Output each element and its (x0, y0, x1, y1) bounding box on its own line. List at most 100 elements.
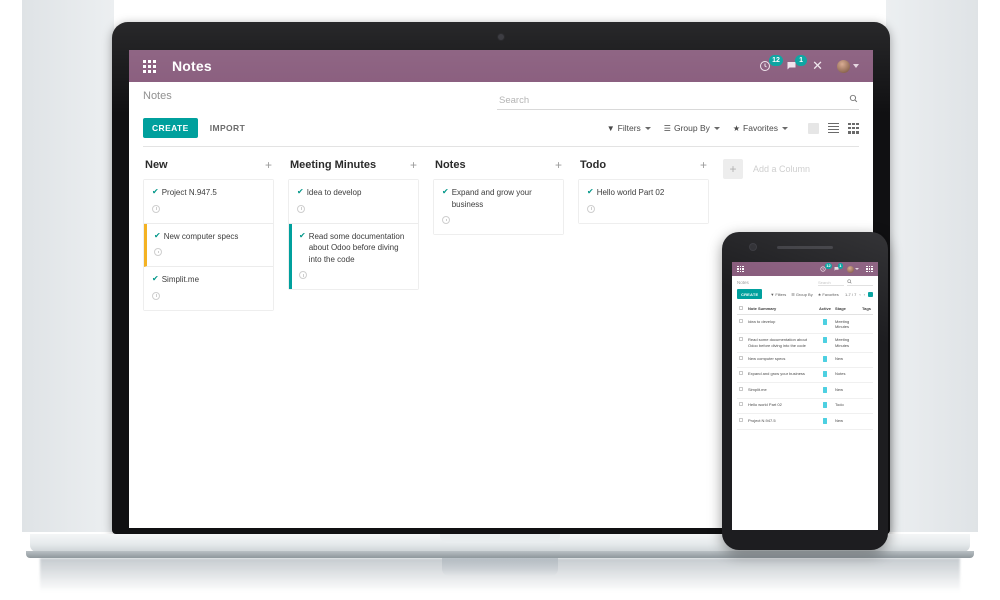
kanban-view-button[interactable] (868, 291, 873, 297)
column-header-note-summary[interactable]: Note Summary (746, 303, 817, 315)
add-card-button[interactable]: + (555, 159, 562, 171)
clock-icon[interactable] (152, 204, 160, 213)
table-row[interactable]: New computer specs New (737, 352, 873, 368)
breadcrumb[interactable]: Notes (737, 280, 749, 285)
check-icon: ✔ (442, 187, 449, 196)
kanban-card[interactable]: ✔ Read some documentation about Odoo befo… (289, 223, 418, 290)
favorites-dropdown[interactable]: ★ Favorites (733, 123, 788, 133)
check-icon: ✔ (297, 187, 304, 196)
row-checkbox-cell[interactable] (737, 314, 746, 334)
clock-icon[interactable] (152, 291, 160, 300)
filters-dropdown[interactable]: ▼ Filters (607, 123, 651, 133)
row-checkbox[interactable] (739, 386, 743, 391)
kanban-card[interactable]: ✔ Idea to develop (289, 180, 418, 224)
table-row[interactable]: Idea to develop Meeting Minutes (737, 314, 873, 334)
search-icon[interactable] (849, 90, 858, 108)
clock-icon[interactable] (442, 216, 450, 225)
row-checkbox[interactable] (739, 356, 743, 361)
activity-clock-icon[interactable]: 12 (759, 55, 783, 72)
kanban-card[interactable]: ✔ Expand and grow your business (434, 180, 563, 235)
kanban-card[interactable]: ✔ Hello world Part 02 (579, 180, 708, 223)
table-row[interactable]: Expand and grow your business Notes (737, 367, 873, 384)
column-header-active[interactable]: Active (816, 303, 833, 315)
kanban-column-body: ✔ Project N.947.5 ✔ New computer specs ✔ Simp… (143, 179, 274, 311)
row-checkbox-cell[interactable] (737, 382, 746, 399)
kanban-card-label: Project N.947.5 (161, 188, 217, 197)
cell-tags (857, 314, 873, 334)
kanban-column-body: ✔ Expand and grow your business (433, 179, 564, 236)
phone-control-panel: Notes Search CREATE ▼ Filters ☰ Group By… (732, 276, 878, 430)
user-menu[interactable] (846, 265, 860, 273)
row-checkbox[interactable] (739, 337, 743, 342)
activity-clock-icon[interactable]: 12 (820, 263, 833, 272)
breadcrumb[interactable]: Notes (143, 90, 172, 102)
kanban-card-label: Expand and grow your business (451, 188, 532, 209)
close-icon[interactable]: ✕ (812, 58, 823, 74)
row-checkbox[interactable] (739, 402, 743, 407)
table-row[interactable]: Project N.947.5 New (737, 413, 873, 430)
cell-active (816, 367, 833, 384)
filters-dropdown[interactable]: ▼ Filters (770, 292, 786, 297)
group-by-dropdown[interactable]: ☰ Group By (791, 292, 813, 297)
row-checkbox[interactable] (739, 417, 743, 422)
user-menu[interactable] (837, 59, 859, 73)
list-view-button[interactable] (828, 122, 839, 134)
clock-icon[interactable] (587, 204, 595, 213)
control-panel: Notes CREATE IMPORT (129, 82, 873, 147)
group-by-dropdown[interactable]: ☰ Group By (664, 123, 720, 133)
chat-bubble-icon[interactable]: 1 (785, 55, 808, 72)
add-card-button[interactable]: + (265, 159, 272, 171)
add-card-button[interactable]: + (410, 159, 417, 171)
kanban-card[interactable]: ✔ Simplit.me (144, 267, 273, 310)
row-checkbox-cell[interactable] (737, 413, 746, 430)
chat-bubble-icon[interactable]: 1 (833, 263, 843, 272)
table-row[interactable]: Hello world Part 02 Todo (737, 398, 873, 415)
kanban-card[interactable]: ✔ Project N.947.5 (144, 180, 273, 224)
add-column-plus-icon[interactable]: + (723, 159, 743, 179)
kanban-column-body: ✔ Idea to develop ✔ Read some documentation… (288, 179, 419, 291)
clock-icon[interactable] (297, 204, 305, 213)
clock-icon[interactable] (154, 248, 162, 257)
select-all-checkbox-cell[interactable] (737, 303, 746, 315)
check-icon: ✔ (154, 230, 161, 240)
import-button[interactable]: IMPORT (210, 123, 245, 133)
table-row[interactable]: Simplit.me New (737, 382, 873, 399)
row-checkbox-cell[interactable] (737, 352, 746, 368)
apps-grid-icon[interactable] (143, 59, 156, 73)
clock-icon[interactable] (299, 271, 307, 280)
add-card-button[interactable]: + (700, 159, 707, 171)
cell-note-summary: Read some documentation about Odoo befor… (746, 333, 817, 353)
row-checkbox[interactable] (739, 371, 743, 376)
filters-label: Filters (775, 291, 787, 297)
row-checkbox[interactable] (739, 318, 743, 323)
column-header-stage[interactable]: Stage (833, 303, 857, 315)
search-input[interactable] (497, 93, 859, 110)
pager-next-button[interactable]: › (864, 292, 865, 297)
kanban-card[interactable]: ✔ New computer specs (144, 223, 273, 268)
cell-stage: Notes (833, 367, 857, 384)
menu-icon[interactable] (866, 265, 873, 273)
create-button[interactable]: CREATE (143, 118, 198, 138)
grid-view-button[interactable] (848, 122, 859, 134)
search-input[interactable]: Search (818, 280, 844, 286)
row-checkbox-cell[interactable] (737, 333, 746, 353)
apps-grid-icon[interactable] (737, 265, 744, 273)
select-all-checkbox[interactable] (739, 306, 743, 310)
cell-tags (857, 367, 873, 384)
phone-filter-controls: ▼ Filters ☰ Group By ★ Favorites (770, 292, 838, 297)
row-checkbox-cell[interactable] (737, 398, 746, 415)
create-button[interactable]: CREATE (737, 289, 763, 299)
pager-prev-button[interactable]: ‹ (859, 292, 860, 297)
search-box[interactable] (497, 90, 859, 110)
kanban-view-button[interactable] (808, 122, 819, 134)
add-column[interactable]: + Add a Column (723, 159, 854, 179)
active-indicator-icon (822, 402, 827, 409)
kanban-column: New + ✔ Project N.947.5 ✔ New computer specs ✔… (143, 159, 274, 311)
favorites-dropdown[interactable]: ★ Favorites (818, 292, 839, 297)
search-box[interactable]: Search (818, 279, 873, 286)
search-icon[interactable] (847, 279, 873, 286)
column-header-tags[interactable]: Tags (857, 303, 873, 315)
row-checkbox-cell[interactable] (737, 367, 746, 384)
table-row[interactable]: Read some documentation about Odoo befor… (737, 333, 873, 353)
check-icon: ✔ (587, 187, 594, 196)
